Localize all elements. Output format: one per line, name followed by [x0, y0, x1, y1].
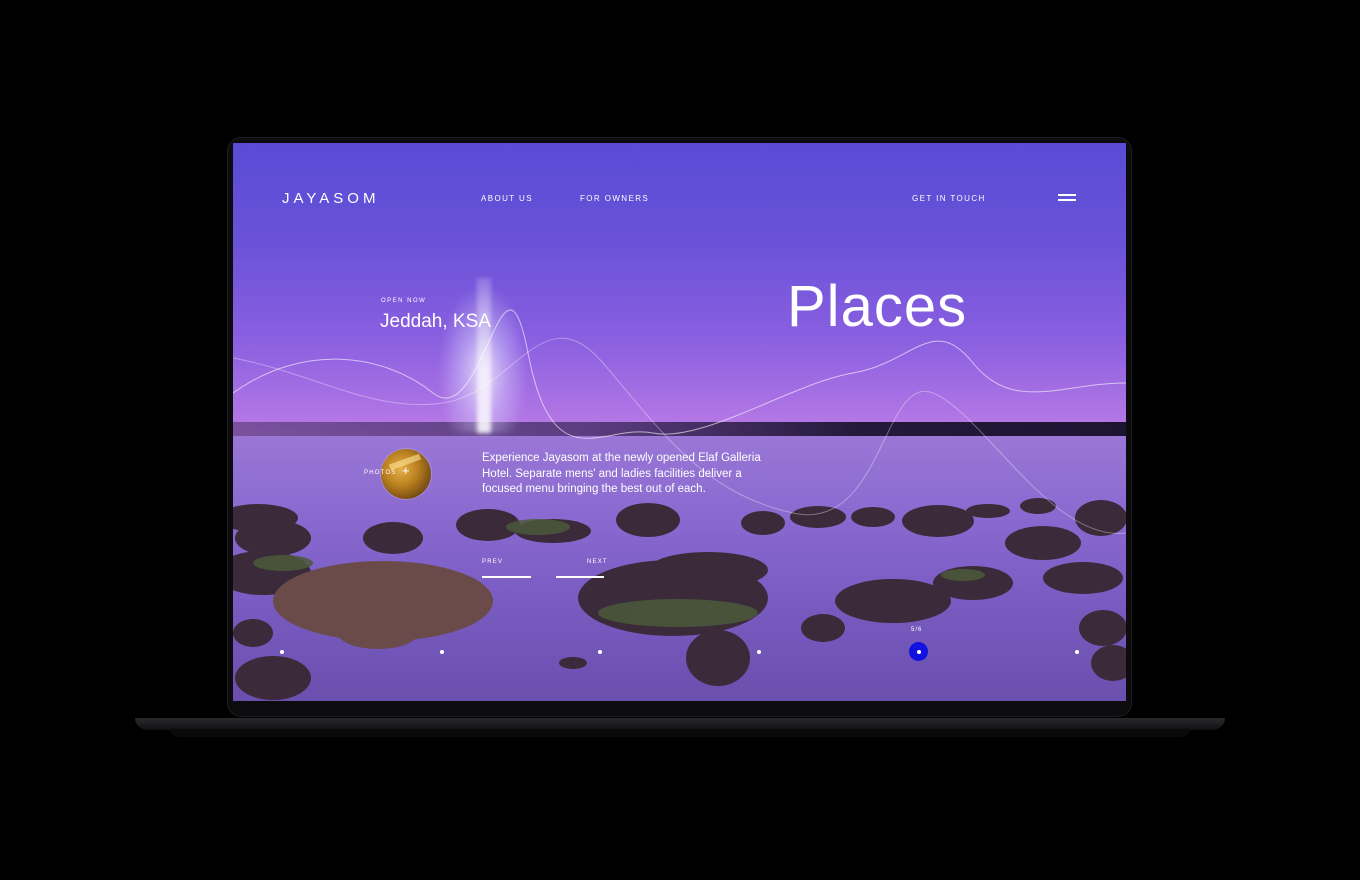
hero-description: Experience Jayasom at the newly opened E… — [482, 452, 761, 496]
slide-counter: 5/6 — [911, 627, 923, 633]
prev-label[interactable]: PREV — [482, 559, 503, 565]
laptop-base-shadow — [170, 729, 1190, 737]
slide-dot-4[interactable] — [757, 650, 761, 654]
slide-dot-1[interactable] — [280, 650, 284, 654]
get-in-touch-link[interactable]: GET IN TOUCH — [912, 194, 986, 203]
nav-for-owners[interactable]: FOR OWNERS — [580, 194, 649, 203]
prev-button-line[interactable] — [482, 576, 531, 578]
page-title: Places — [787, 274, 968, 339]
slide-dot-6[interactable] — [1075, 650, 1079, 654]
next-label[interactable]: NEXT — [587, 559, 608, 565]
nav-about-us[interactable]: ABOUT US — [481, 194, 533, 203]
slide-dot-2[interactable] — [440, 650, 444, 654]
open-now-label: OPEN NOW — [381, 298, 427, 304]
hamburger-menu-icon[interactable] — [1058, 194, 1078, 202]
wave-lines — [233, 309, 1126, 534]
slide-dot-3[interactable] — [598, 650, 602, 654]
website-screen: JAYASOM ABOUT US FOR OWNERS GET IN TOUCH… — [233, 143, 1126, 701]
slide-dot-5-active[interactable] — [909, 642, 928, 661]
photos-label[interactable]: PHOTOS — [364, 470, 396, 476]
plus-icon[interactable]: + — [402, 464, 410, 478]
next-button-line[interactable] — [556, 576, 604, 578]
brand-logo[interactable]: JAYASOM — [282, 190, 379, 207]
location-title: Jeddah, KSA — [380, 311, 491, 332]
